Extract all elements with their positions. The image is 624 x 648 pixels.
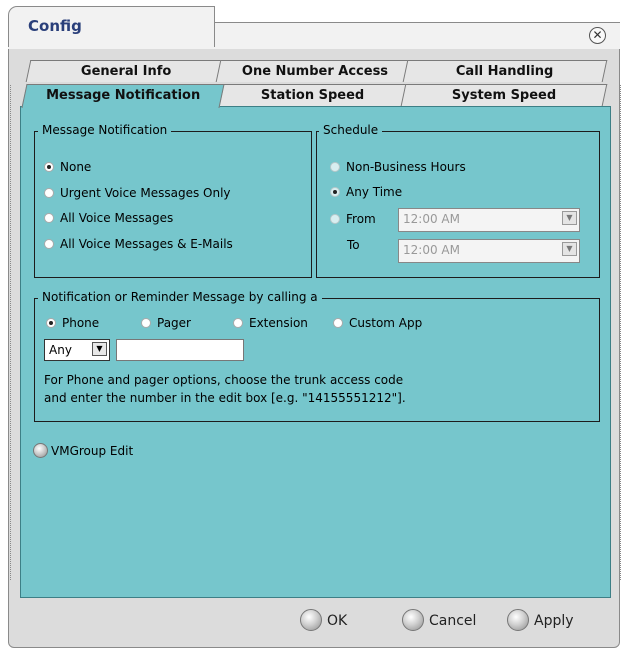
radio-dot-icon bbox=[233, 317, 243, 328]
tab-station-speed[interactable]: Station Speed bbox=[213, 84, 413, 106]
radio-label: From bbox=[346, 212, 376, 226]
tab-label: Message Notification bbox=[46, 88, 201, 103]
radio-label: All Voice Messages bbox=[60, 211, 174, 225]
radio-label: Extension bbox=[249, 316, 308, 330]
orb-icon bbox=[507, 609, 529, 631]
radio-dot-icon bbox=[44, 161, 54, 172]
to-label: To bbox=[347, 238, 360, 252]
tab-label: General Info bbox=[81, 64, 172, 79]
radio-label: Any Time bbox=[346, 185, 403, 199]
to-time-select[interactable]: 12:00 AM ▼ bbox=[398, 239, 580, 263]
radio-label: None bbox=[60, 160, 92, 174]
tab-system-speed[interactable]: System Speed bbox=[400, 84, 608, 106]
vmgroup-edit-label: VMGroup Edit bbox=[51, 444, 134, 458]
tab-one-number-access[interactable]: One Number Access bbox=[215, 60, 415, 82]
window-title: Config bbox=[28, 17, 82, 35]
message-notification-group bbox=[34, 131, 312, 278]
orb-icon bbox=[300, 609, 322, 631]
radio-all-voice[interactable]: All Voice Messages bbox=[44, 211, 173, 225]
radio-pager[interactable]: Pager bbox=[141, 316, 191, 330]
schedule-legend: Schedule bbox=[319, 123, 383, 137]
radio-custom-app[interactable]: Custom App bbox=[333, 316, 422, 330]
radio-label: Phone bbox=[62, 316, 100, 330]
select-value: 12:00 AM bbox=[403, 212, 460, 226]
tab-general-info[interactable]: General Info bbox=[25, 60, 228, 82]
radio-from[interactable]: From bbox=[330, 212, 376, 226]
radio-extension[interactable]: Extension bbox=[233, 316, 308, 330]
trunk-code-select[interactable]: Any ▼ bbox=[44, 339, 110, 361]
radio-label: All Voice Messages & E-Mails bbox=[60, 237, 233, 251]
apply-label: Apply bbox=[534, 613, 574, 629]
phone-number-input[interactable] bbox=[116, 339, 244, 361]
select-value: 12:00 AM bbox=[403, 243, 460, 257]
tab-label: System Speed bbox=[451, 88, 557, 103]
ok-button[interactable]: OK bbox=[300, 609, 348, 632]
radio-label: Pager bbox=[157, 316, 191, 330]
chevron-down-icon: ▼ bbox=[562, 211, 577, 225]
radio-dot-icon bbox=[44, 238, 54, 249]
close-icon[interactable]: ✕ bbox=[589, 27, 606, 44]
tab-label: Call Handling bbox=[456, 64, 554, 79]
cancel-button[interactable]: Cancel bbox=[402, 609, 477, 632]
reminder-legend: Notification or Reminder Message by call… bbox=[38, 290, 322, 304]
help-text-line-1: For Phone and pager options, choose the … bbox=[44, 373, 404, 387]
orb-icon bbox=[33, 443, 48, 458]
chevron-down-icon: ▼ bbox=[562, 242, 577, 256]
from-time-select[interactable]: 12:00 AM ▼ bbox=[398, 208, 580, 232]
radio-dot-icon bbox=[330, 186, 340, 197]
radio-dot-icon bbox=[46, 317, 56, 328]
radio-dot-icon bbox=[44, 187, 54, 198]
orb-icon bbox=[402, 609, 424, 631]
cancel-label: Cancel bbox=[429, 613, 477, 629]
select-value: Any bbox=[49, 343, 72, 357]
radio-phone[interactable]: Phone bbox=[46, 316, 99, 330]
help-text-line-2: and enter the number in the edit box [e.… bbox=[44, 391, 406, 405]
tab-label: Station Speed bbox=[261, 88, 365, 103]
chevron-down-icon: ▼ bbox=[92, 342, 107, 356]
radio-dot-icon bbox=[44, 212, 54, 223]
tab-label: One Number Access bbox=[241, 64, 388, 79]
radio-dot-icon bbox=[330, 161, 340, 172]
tab-message-notification[interactable]: Message Notification bbox=[21, 84, 225, 108]
radio-dot-icon bbox=[333, 317, 343, 328]
radio-non-business-hours[interactable]: Non-Business Hours bbox=[330, 160, 466, 174]
ok-label: OK bbox=[327, 613, 348, 629]
left-resize-rail bbox=[10, 85, 15, 580]
vmgroup-edit-button[interactable]: VMGroup Edit bbox=[33, 443, 134, 459]
radio-urgent-voice-only[interactable]: Urgent Voice Messages Only bbox=[44, 186, 231, 200]
radio-dot-icon bbox=[141, 317, 151, 328]
radio-any-time[interactable]: Any Time bbox=[330, 185, 402, 199]
message-notification-legend: Message Notification bbox=[38, 123, 172, 137]
radio-none[interactable]: None bbox=[44, 160, 91, 174]
radio-label: Custom App bbox=[349, 316, 423, 330]
right-resize-rail bbox=[616, 85, 621, 580]
radio-all-voice-email[interactable]: All Voice Messages & E-Mails bbox=[44, 237, 233, 251]
tab-call-handling[interactable]: Call Handling bbox=[402, 60, 608, 82]
radio-dot-icon bbox=[330, 213, 340, 224]
radio-label: Urgent Voice Messages Only bbox=[60, 186, 231, 200]
radio-label: Non-Business Hours bbox=[346, 160, 466, 174]
apply-button[interactable]: Apply bbox=[507, 609, 574, 632]
